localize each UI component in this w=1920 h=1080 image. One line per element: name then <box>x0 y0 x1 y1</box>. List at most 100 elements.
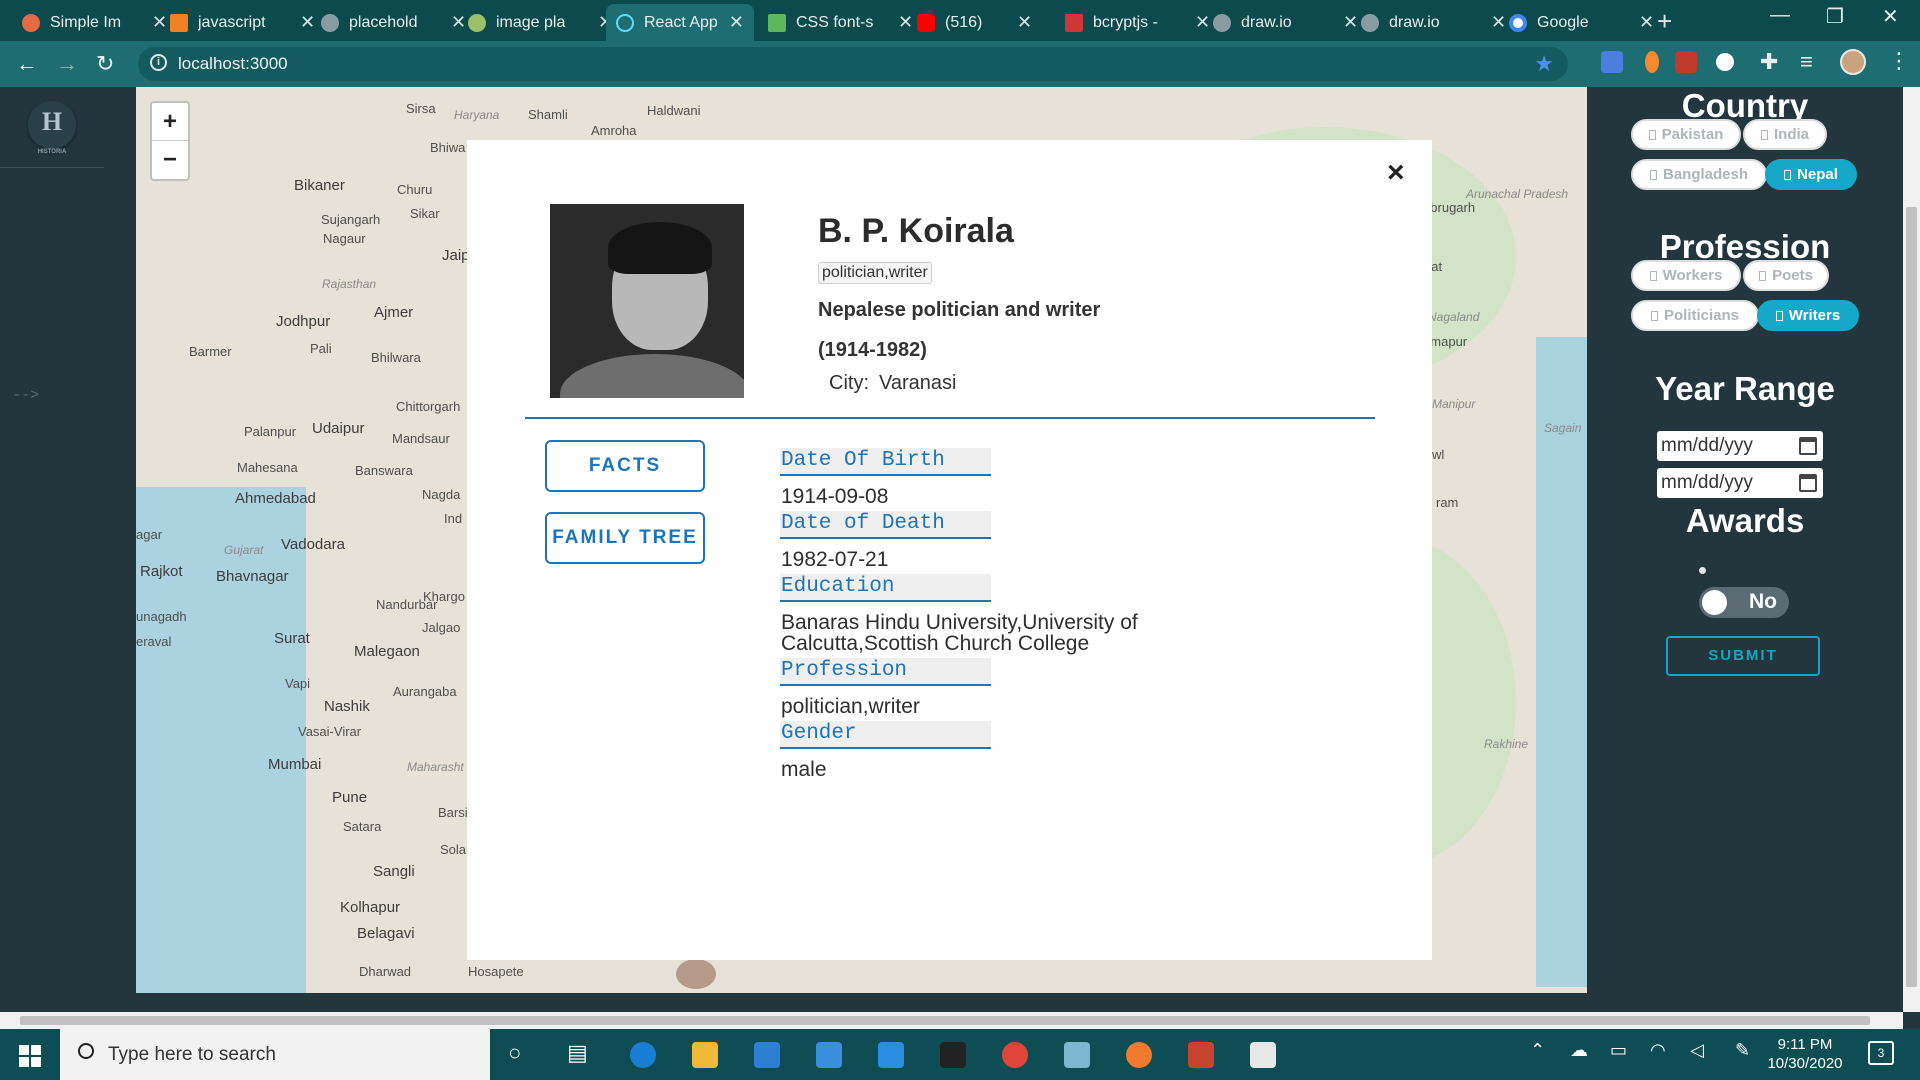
profession-chip-writers[interactable]: Writers <box>1757 300 1859 331</box>
profession-chip-politicians[interactable]: Politicians <box>1631 300 1759 331</box>
country-chip-nepal[interactable]: Nepal <box>1765 159 1857 190</box>
extension-icon[interactable] <box>1716 53 1734 71</box>
browser-tab[interactable]: javascript ✕ <box>160 4 325 41</box>
forward-arrow-icon[interactable]: → <box>56 51 78 77</box>
year-from-input[interactable]: mm/dd/yyy <box>1657 431 1823 461</box>
browser-tab[interactable]: Simple Im ✕ <box>12 4 177 41</box>
city-value: Varanasi <box>879 372 957 394</box>
zoom-out-button[interactable]: − <box>152 141 188 179</box>
browser-tab[interactable]: Google ✕ <box>1499 4 1664 41</box>
extension-icon[interactable] <box>1645 51 1659 73</box>
back-arrow-icon[interactable]: ← <box>16 51 38 77</box>
chip-checkbox-icon <box>1759 271 1767 281</box>
modal-close-icon[interactable]: × <box>1387 156 1405 190</box>
map-label: Surat <box>274 630 310 647</box>
horizontal-scrollbar[interactable] <box>0 1012 1903 1029</box>
map-label: unagadh <box>136 609 187 624</box>
profession-chip-workers[interactable]: Workers <box>1631 260 1741 291</box>
sidebar-expand-arrow[interactable]: --> <box>12 387 39 404</box>
vscode-icon[interactable] <box>878 1042 904 1068</box>
facts-list: Date Of Birth 1914-09-08 Date of Death 1… <box>780 448 1200 784</box>
browser-toolbar: ← → ↻ i localhost:3000 ★ ✚ ≡ <box>0 41 1920 87</box>
menu-kebab-icon[interactable]: ⋮ <box>1888 48 1910 74</box>
terminal-icon[interactable] <box>940 1042 966 1068</box>
browser-tab[interactable]: image pla✕ <box>458 4 623 41</box>
browser-tab[interactable]: draw.io ✕ <box>1351 4 1516 41</box>
windows-start-icon[interactable] <box>19 1045 41 1067</box>
task-view-icon[interactable]: ▤ <box>567 1040 588 1066</box>
country-heading: Country <box>1681 87 1809 124</box>
scrollbar-thumb[interactable] <box>20 1016 1870 1025</box>
calendar-icon[interactable] <box>1799 437 1817 455</box>
powerpoint-icon[interactable] <box>1188 1042 1214 1068</box>
browser-tab[interactable]: placehold ✕ <box>311 4 476 41</box>
battery-icon[interactable]: ▭ <box>1610 1040 1627 1061</box>
tray-chevron-icon[interactable]: ⌃ <box>1530 1040 1545 1061</box>
puzzle-extensions-icon[interactable]: ✚ <box>1760 49 1778 75</box>
tab-close-icon[interactable]: ✕ <box>729 12 744 33</box>
country-chip-india[interactable]: India <box>1743 119 1827 150</box>
tab-close-icon[interactable]: ✕ <box>1639 12 1654 33</box>
tab-close-icon[interactable]: ✕ <box>1017 12 1032 33</box>
facts-button[interactable]: FACTS <box>545 440 705 492</box>
postman-icon[interactable] <box>1126 1042 1152 1068</box>
store-icon[interactable] <box>754 1042 780 1068</box>
browser-tab[interactable]: bcryptjs - ✕ <box>1055 4 1220 41</box>
volume-icon[interactable]: ◁ <box>1690 1040 1704 1061</box>
browser-tab[interactable]: (516) ✕ <box>907 4 1042 41</box>
address-bar[interactable]: i localhost:3000 ★ <box>138 47 1568 81</box>
awards-toggle[interactable]: No <box>1699 587 1789 618</box>
taskbar-clock[interactable]: 9:11 PM 10/30/2020 <box>1765 1035 1845 1073</box>
taskbar-search-box[interactable]: Type here to search <box>60 1029 490 1080</box>
minimize-icon[interactable]: — <box>1770 4 1790 27</box>
vertical-scrollbar[interactable] <box>1903 87 1920 1012</box>
tab-label: (516) <box>945 13 983 31</box>
submit-button[interactable]: SUBMIT <box>1666 636 1820 676</box>
chrome-icon[interactable] <box>1002 1042 1028 1068</box>
translate-extension-icon[interactable] <box>1601 51 1623 73</box>
calendar-icon[interactable] <box>1799 474 1817 492</box>
reload-icon[interactable]: ↻ <box>96 51 114 77</box>
url-text[interactable]: localhost:3000 <box>178 54 288 74</box>
fact-value: 1914-09-08 <box>781 485 889 508</box>
chip-checkbox-icon <box>1760 130 1768 140</box>
mail-icon[interactable] <box>816 1042 842 1068</box>
profession-chip-poets[interactable]: Poets <box>1743 260 1829 291</box>
zoom-in-button[interactable]: + <box>152 103 188 141</box>
country-chip-bangladesh[interactable]: Bangladesh <box>1631 159 1767 190</box>
map-label: Palanpur <box>244 424 297 439</box>
map-label: Ahmedabad <box>235 490 316 507</box>
family-tree-button[interactable]: FAMILY TREE <box>545 512 705 564</box>
extension-icon[interactable] <box>1675 51 1697 73</box>
map-label: Rakhine <box>1484 737 1529 751</box>
browser-tab[interactable]: draw.io ✕ <box>1203 4 1368 41</box>
browser-tab-active[interactable]: React App ✕ <box>606 4 754 41</box>
browser-tab[interactable]: CSS font-s ✕ <box>758 4 923 41</box>
new-tab-plus-icon[interactable]: + <box>1657 6 1672 37</box>
map-zoom-control: + − <box>150 101 190 181</box>
media-queue-icon[interactable]: ≡ <box>1800 49 1813 75</box>
scrollbar-thumb[interactable] <box>1906 207 1917 987</box>
year-to-input[interactable]: mm/dd/yyy <box>1657 468 1823 498</box>
bookmark-star-icon[interactable]: ★ <box>1534 51 1554 77</box>
file-explorer-icon[interactable] <box>692 1042 718 1068</box>
map-label: Khargo <box>423 589 465 604</box>
map-label: Manipur <box>1432 397 1476 411</box>
restore-icon[interactable]: ❐ <box>1826 4 1844 29</box>
edge-browser-icon[interactable] <box>630 1042 656 1068</box>
site-info-icon[interactable]: i <box>150 54 167 71</box>
map-label: Barmer <box>189 344 232 359</box>
country-chip-pakistan[interactable]: Pakistan <box>1631 119 1741 150</box>
cortana-icon[interactable]: ○ <box>508 1040 521 1066</box>
wifi-icon[interactable]: ◠ <box>1650 1040 1666 1061</box>
onedrive-icon[interactable]: ☁ <box>1570 1040 1588 1061</box>
profile-avatar[interactable] <box>1840 49 1866 75</box>
window-close-icon[interactable]: ✕ <box>1882 4 1899 29</box>
notification-center-icon[interactable]: 3 <box>1868 1041 1894 1065</box>
pen-icon[interactable]: ✎ <box>1735 1040 1750 1061</box>
person-detail-modal: × B. P. Koirala politician,writer Nepale… <box>467 140 1432 960</box>
app-logo[interactable]: H HISTORIA <box>28 101 76 155</box>
sticky-notes-icon[interactable] <box>1250 1042 1276 1068</box>
notepad-icon[interactable] <box>1064 1042 1090 1068</box>
map-person-marker[interactable] <box>676 959 716 989</box>
